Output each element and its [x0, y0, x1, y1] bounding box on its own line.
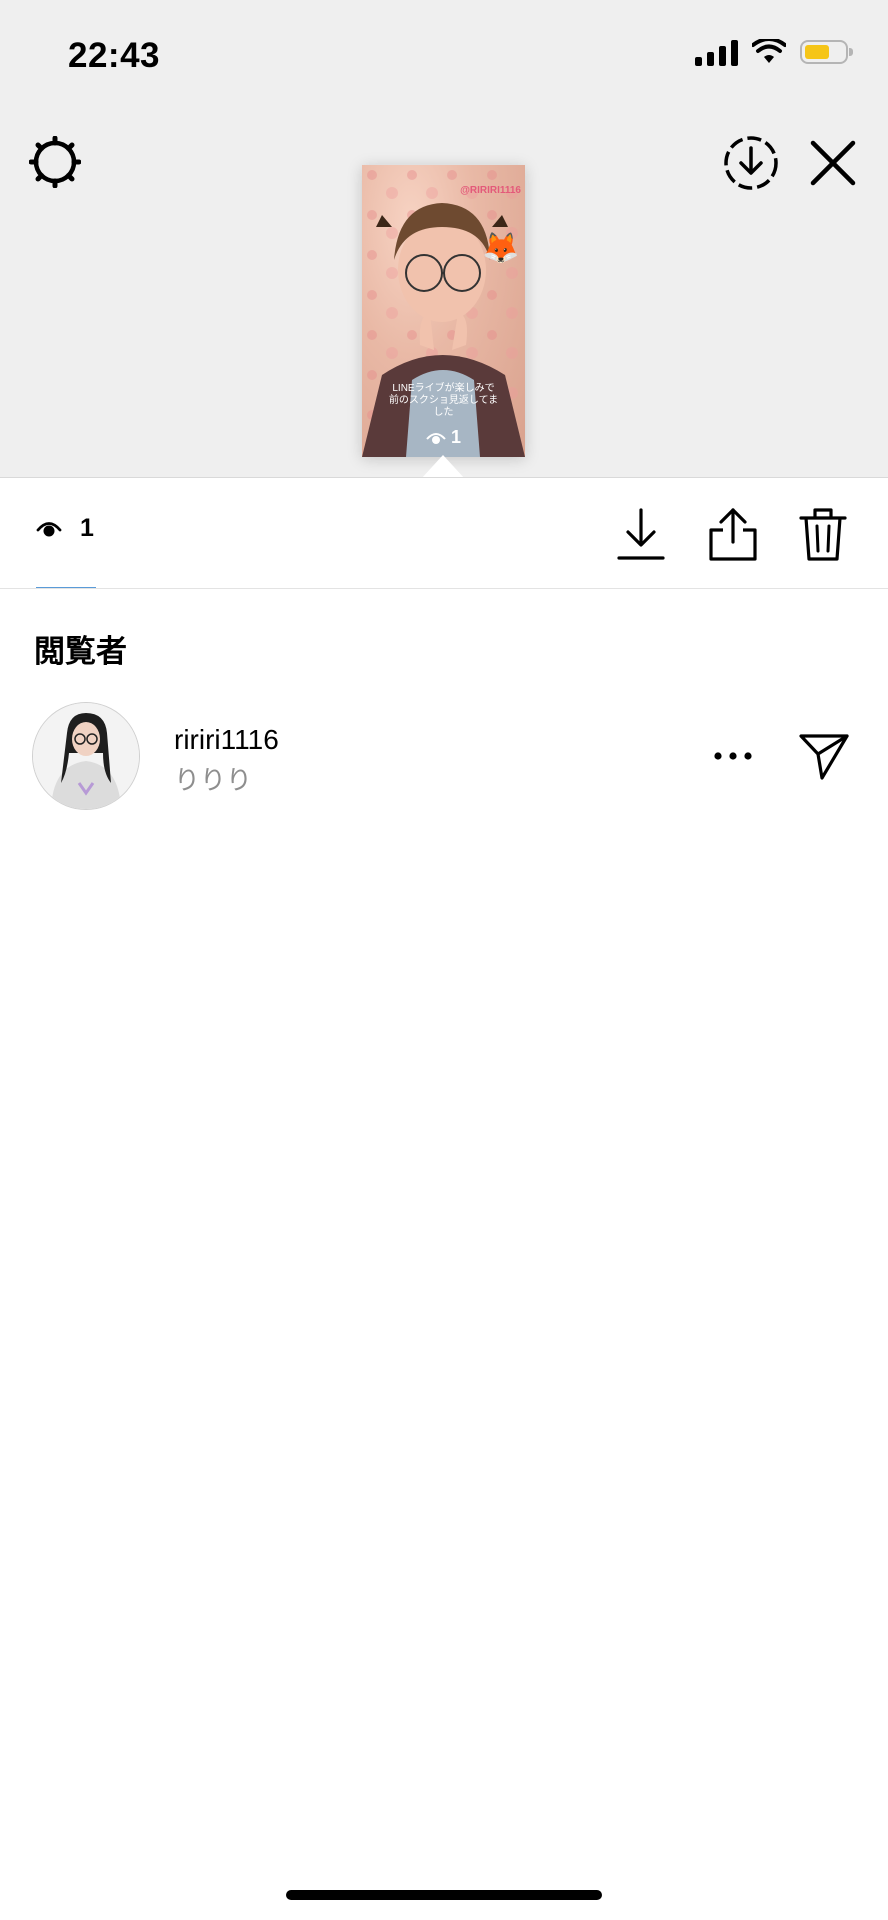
delete-button[interactable] [794, 504, 852, 564]
viewers-section-title: 閲覧者 [34, 634, 127, 669]
more-options-button[interactable] [706, 738, 760, 774]
story-toolbar: 1 [0, 478, 888, 589]
more-horizontal-icon [714, 752, 752, 760]
views-count: 1 [80, 514, 94, 542]
avatar[interactable] [32, 702, 140, 810]
download-circle-icon [724, 136, 778, 190]
story-caption-line: 前のスクショ見返してま [388, 395, 499, 406]
send-message-button[interactable] [796, 730, 852, 782]
download-icon [617, 508, 665, 560]
viewer-row[interactable]: ririri1116 りりり [0, 698, 888, 816]
status-icons [695, 38, 853, 66]
views-tab[interactable]: 1 [36, 514, 94, 543]
status-bar: 22:43 [0, 0, 888, 110]
story-caption-line: した [433, 407, 454, 418]
send-paper-plane-icon [799, 734, 849, 780]
thumbnail-pointer [421, 455, 465, 479]
wifi-icon [752, 39, 786, 63]
thumbnail-view-count: 1 [362, 427, 525, 448]
settings-button[interactable] [28, 135, 82, 189]
story-thumbnail[interactable]: @RIRIRI1116 🦊 LINEライブが楽しみで 前のスクショ見返してま し… [362, 165, 525, 457]
eye-icon [36, 521, 62, 536]
story-caption-line: LINEライブが楽しみで [392, 383, 495, 394]
close-button[interactable] [804, 134, 862, 192]
avatar-photo [33, 703, 139, 809]
status-time: 22:43 [68, 36, 161, 75]
cellular-signal-icon [695, 38, 738, 66]
story-preview-area: 22:43 @RIRIRI1116 🦊 LINEライブが楽しみで 前のスクショ見… [0, 0, 888, 479]
story-caption: LINEライブが楽しみで 前のスクショ見返してま した [362, 383, 525, 419]
trash-icon [799, 508, 847, 561]
close-icon [810, 140, 856, 186]
viewer-username[interactable]: ririri1116 [174, 724, 279, 756]
save-story-button[interactable] [720, 132, 782, 194]
thumbnail-view-count-value: 1 [450, 427, 461, 447]
download-button[interactable] [612, 504, 670, 564]
divider [0, 588, 888, 589]
share-icon [709, 508, 757, 561]
fox-sticker: 🦊 [482, 232, 520, 265]
battery-level [805, 45, 829, 59]
viewer-full-name: りりり [174, 765, 253, 795]
eye-icon [426, 432, 446, 444]
story-handle-label: @RIRIRI1116 [460, 185, 521, 196]
share-button[interactable] [704, 504, 762, 564]
gear-icon [29, 136, 81, 188]
home-indicator[interactable] [286, 1890, 602, 1900]
battery-icon [800, 40, 853, 64]
